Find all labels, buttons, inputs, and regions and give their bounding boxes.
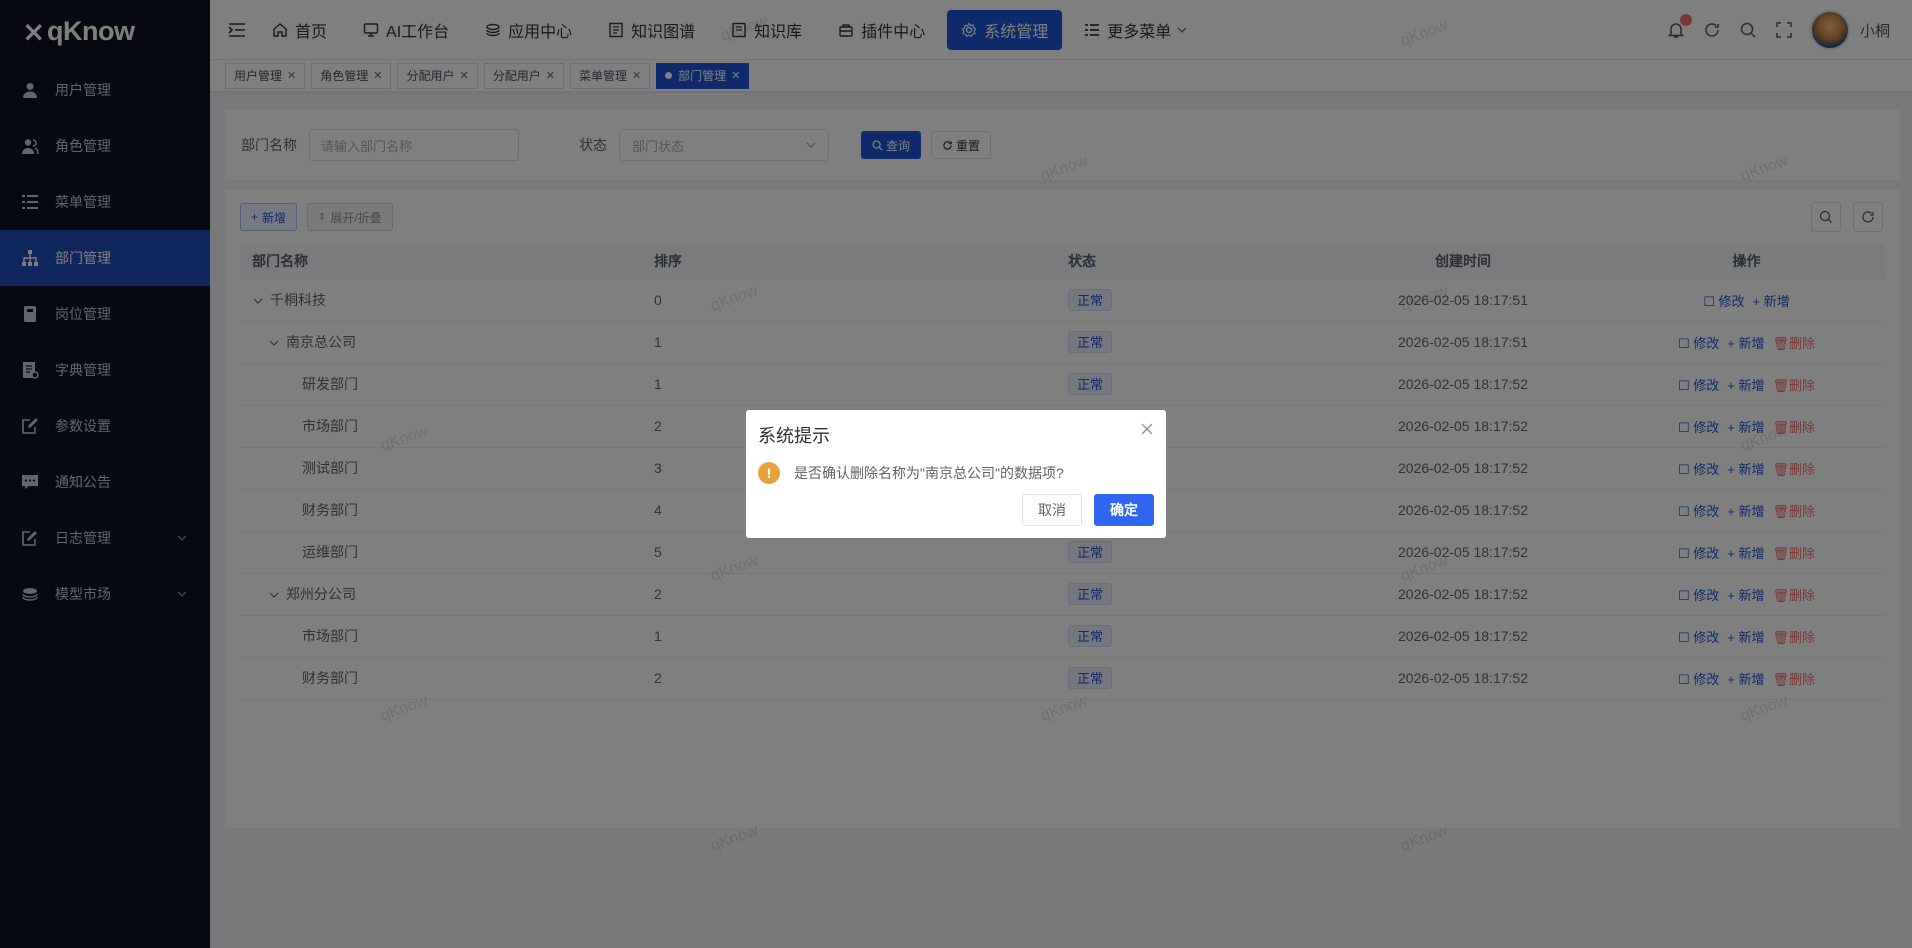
confirm-button[interactable]: 确定 xyxy=(1094,494,1154,526)
confirm-dialog: 系统提示 ! 是否确认删除名称为"南京总公司"的数据项? 取消 确定 xyxy=(746,410,1166,538)
dialog-buttons: 取消 确定 xyxy=(1010,494,1154,526)
dialog-title: 系统提示 xyxy=(758,426,830,446)
warning-icon: ! xyxy=(758,462,780,484)
cancel-button[interactable]: 取消 xyxy=(1022,494,1082,526)
dialog-message-text: 是否确认删除名称为"南京总公司"的数据项? xyxy=(794,465,1064,481)
close-icon[interactable] xyxy=(1140,422,1154,436)
dialog-message: ! 是否确认删除名称为"南京总公司"的数据项? xyxy=(758,462,1154,484)
